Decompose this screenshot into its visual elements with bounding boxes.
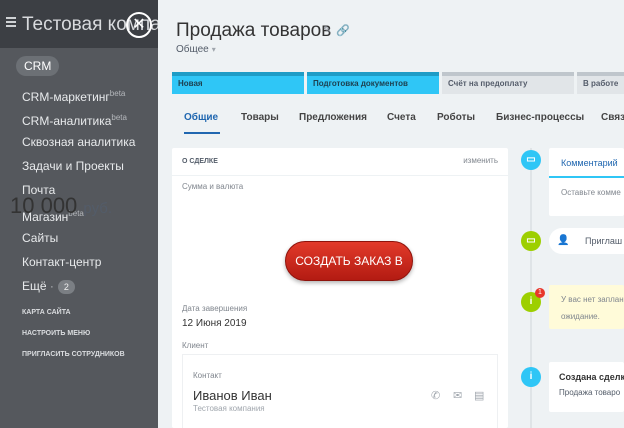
sitemap-link[interactable]: КАРТА САЙТА [22,307,125,328]
sidebar-item-crm-marketing[interactable]: CRM-маркетингbeta [22,82,135,106]
client-label: Клиент [182,341,209,350]
page-title: Продажа товаров [176,20,332,41]
chat-icon[interactable]: ▤ [474,389,484,402]
tab-bar: Общие Товары Предложения Счета Роботы Би… [172,104,624,136]
sidebar-item-crm[interactable]: CRM [16,56,60,76]
link-icon[interactable]: 🔗 [336,24,350,37]
sidebar-item-end-to-end-analytics[interactable]: Сквозная аналитика [22,130,135,154]
tab-invoices[interactable]: Счета [387,112,416,123]
stage-bar: Новая Подготовка документов Счёт на пред… [172,72,624,94]
contact-label: Контакт [193,371,222,380]
comment-editor[interactable]: Комментарий Оставьте комме [549,148,624,216]
no-plans-warning: У вас нет заплан ожидание. [549,285,624,329]
sidebar-menu: CRM-маркетингbeta CRM-аналитикаbeta Скво… [22,82,135,298]
contact-card: Контакт Иванов Иван Тестовая компания ✆ … [182,354,498,428]
tab-robots[interactable]: Роботы [437,112,475,123]
contact-name[interactable]: Иванов Иван [193,388,272,403]
sidebar-bottom-links: КАРТА САЙТА НАСТРОИТЬ МЕНЮ ПРИГЛАСИТЬ СО… [22,307,125,370]
sidebar-item-more[interactable]: Ещё · 2 [22,274,135,298]
tab-relations[interactable]: Связи [601,112,624,123]
create-1c-order-button[interactable]: СОЗДАТЬ ЗАКАЗ В 1С [285,241,413,306]
contact-company: Тестовая компания [193,404,265,413]
chevron-down-icon: ▾ [211,45,216,54]
amount-label: Сумма и валюта [182,182,244,191]
edit-link[interactable]: изменить [463,156,498,165]
active-tab-indicator [184,132,220,134]
invite-employees-link[interactable]: ПРИГЛАСИТЬ СОТРУДНИКОВ [22,349,125,370]
mail-icon[interactable]: ✉ [453,389,462,402]
add-user-icon: 👤 [557,235,570,246]
info-icon-created: i [521,367,541,387]
sidebar-item-tasks[interactable]: Задачи и Проекты [22,154,135,178]
more-count-badge: 2 [57,280,75,294]
menu-icon[interactable] [6,17,16,27]
tab-products[interactable]: Товары [241,112,279,123]
sidebar-item-crm-analytics[interactable]: CRM-аналитикаbeta [22,106,135,130]
close-slider-button[interactable]: ✕ [126,12,152,38]
tab-general[interactable]: Общие [184,112,218,123]
warning-count-badge: 1 [535,288,545,298]
close-date-value: 12 Июня 2019 [182,318,247,329]
stage-docs[interactable]: Подготовка документов [307,72,439,94]
deal-created-entry: Создана сделк Продажа товаро [549,362,624,412]
comment-icon: ▭ [521,150,541,170]
invite-pill[interactable]: 👤 Приглаш [549,228,624,254]
sidebar-item-sites[interactable]: Сайты [22,226,135,250]
card-header: О СДЕЛКЕ [182,158,218,165]
stage-prepayment-invoice[interactable]: Счёт на предоплату [442,72,574,94]
stage-new[interactable]: Новая [172,72,304,94]
stage-in-progress[interactable]: В работе [577,72,624,94]
chat-bubble-icon: ▭ [521,231,541,251]
comment-placeholder: Оставьте комме [561,188,621,197]
invite-label: Приглаш [585,236,623,246]
tab-business-processes[interactable]: Бизнес-процессы [496,112,584,123]
tab-quotes[interactable]: Предложения [299,112,367,123]
configure-menu-link[interactable]: НАСТРОИТЬ МЕНЮ [22,328,125,349]
phone-icon[interactable]: ✆ [431,389,440,402]
close-date-label: Дата завершения [182,304,248,313]
category-selector[interactable]: Общее ▾ [176,44,216,55]
comment-tab[interactable]: Комментарий [561,158,618,168]
amount-value: 10 000 руб. [10,193,113,218]
pencil-icon[interactable]: ✎ [323,25,331,36]
sidebar-item-contact-center[interactable]: Контакт-центр [22,250,135,274]
